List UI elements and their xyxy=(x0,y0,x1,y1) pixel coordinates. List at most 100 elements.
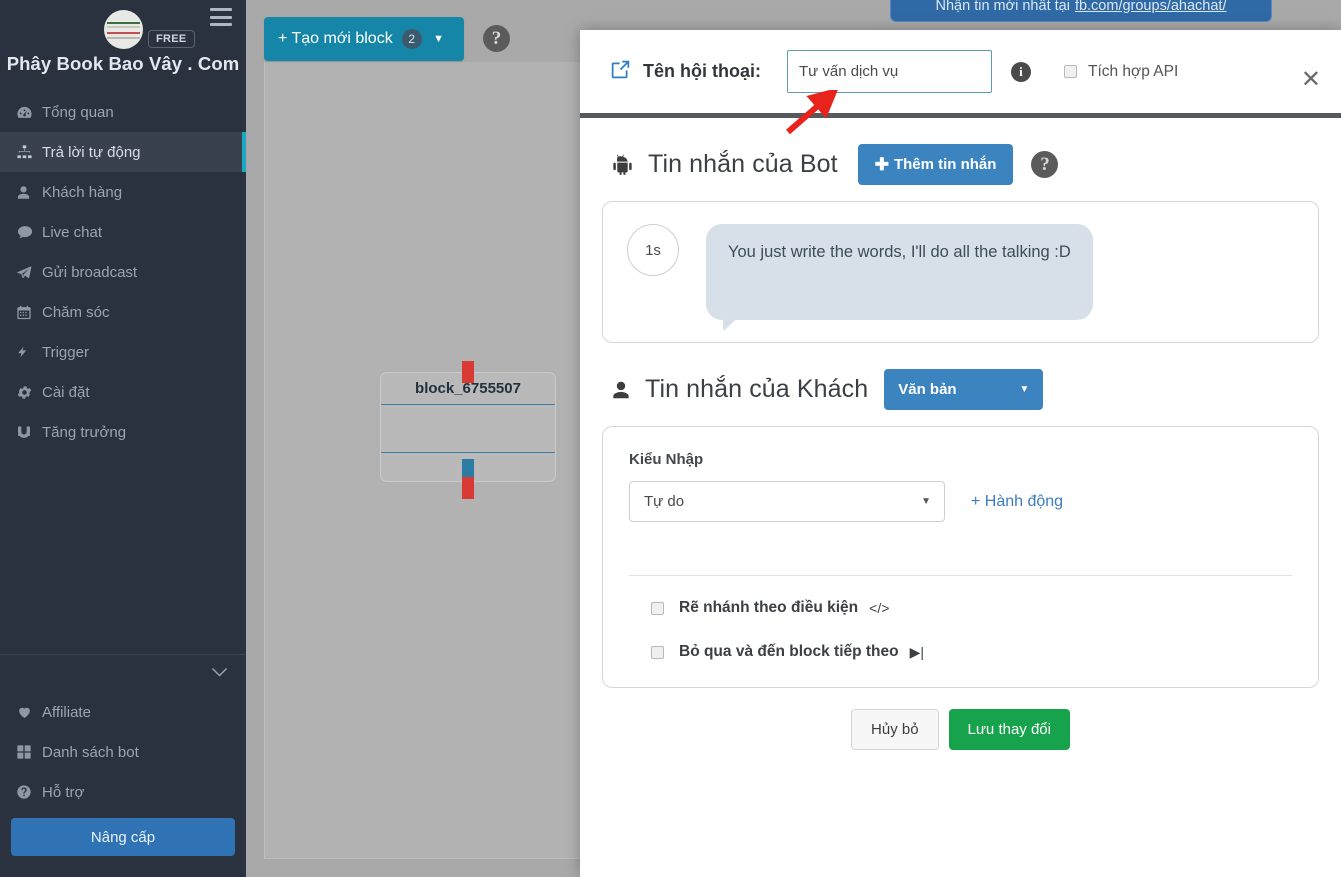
hamburger-icon[interactable] xyxy=(210,8,232,26)
sidebar-item-affiliate[interactable]: Affiliate xyxy=(0,692,246,732)
sidebar-item-label: Affiliate xyxy=(42,703,91,721)
guest-section-header: Tin nhắn của Khách Văn bản ▼ xyxy=(602,369,1319,410)
bot-message-card: 1s You just write the words, I'll do all… xyxy=(602,201,1319,343)
banner-link[interactable]: fb.com/groups/ahachat/ xyxy=(1075,0,1227,14)
plus-icon: ✚ xyxy=(874,154,889,174)
add-message-label: Thêm tin nhắn xyxy=(893,156,997,173)
sidebar-item-label: Live chat xyxy=(42,223,103,241)
sidebar-item-gui-broadcast[interactable]: Gửi broadcast xyxy=(0,252,246,292)
cancel-button[interactable]: Hủy bỏ xyxy=(851,709,939,750)
modal-footer: Hủy bỏ Lưu thay đổi xyxy=(602,709,1319,750)
sidebar-item-label: Danh sách bot xyxy=(42,743,139,761)
conversation-name-label: Tên hội thoại: xyxy=(643,61,761,81)
input-style-label: Kiểu Nhập xyxy=(629,451,704,468)
create-block-button[interactable]: + Tạo mới block 2 ▼ xyxy=(264,17,464,61)
bot-help-icon[interactable]: ? xyxy=(1031,151,1059,178)
user-icon xyxy=(16,184,42,201)
chevron-down-icon[interactable]: ▼ xyxy=(433,33,444,45)
dashboard-icon xyxy=(16,104,42,121)
chevron-down-icon: ▼ xyxy=(921,496,931,507)
upgrade-button[interactable]: Nâng cấp xyxy=(11,818,235,856)
skip-to-next-block-label: Bỏ qua và đến block tiếp theo xyxy=(679,643,899,660)
condition-branch-label: Rẽ nhánh theo điều kiện xyxy=(679,599,859,616)
app-root: FREE Phây Book Bao Vây . Com Tổng quan T… xyxy=(0,0,1341,877)
skip-to-next-block-checkbox[interactable]: Bỏ qua và đến block tiếp theo ▶| xyxy=(629,643,1292,661)
sidebar-item-label: Khách hàng xyxy=(42,183,123,201)
sidebar-item-tong-quan[interactable]: Tổng quan xyxy=(0,92,246,132)
node-input-port[interactable] xyxy=(462,361,474,383)
sidebar: FREE Phây Book Bao Vây . Com Tổng quan T… xyxy=(0,0,246,877)
sidebar-item-label: Trigger xyxy=(42,343,89,361)
comment-icon xyxy=(16,224,42,241)
add-action-link[interactable]: + Hành động xyxy=(971,493,1063,511)
api-integration-checkbox[interactable]: Tích hợp API xyxy=(1063,62,1179,81)
checkbox-box[interactable] xyxy=(651,645,664,659)
checkbox-box[interactable] xyxy=(651,601,664,615)
sidebar-item-tra-loi-tu-dong[interactable]: Trả lời tự động xyxy=(0,132,246,172)
input-style-value: Tự do xyxy=(644,493,685,510)
chevron-down-icon xyxy=(211,665,228,683)
guest-section-title: Tin nhắn của Khách xyxy=(645,375,869,403)
sidebar-item-label: Chăm sóc xyxy=(42,303,110,321)
checkbox-box[interactable] xyxy=(1063,65,1077,78)
sidebar-bottom-nav: Affiliate Danh sách bot Hỗ trợ Nâng cấp xyxy=(0,692,246,877)
sidebar-nav: Tổng quan Trả lời tự động Khách hàng Liv… xyxy=(0,92,246,452)
sidebar-item-khach-hang[interactable]: Khách hàng xyxy=(0,172,246,212)
sidebar-item-trigger[interactable]: Trigger xyxy=(0,332,246,372)
node-body xyxy=(381,405,555,453)
modal-body: Tin nhắn của Bot ✚ Thêm tin nhắn ? 1s Yo… xyxy=(580,144,1341,750)
banner-text: Nhận tin mới nhất tại xyxy=(935,0,1070,14)
bot-message-bubble[interactable]: You just write the words, I'll do all th… xyxy=(706,224,1093,332)
save-button[interactable]: Lưu thay đổi xyxy=(948,709,1070,750)
upgrade-label: Nâng cấp xyxy=(90,828,156,846)
input-style-select[interactable]: Tự do ▼ xyxy=(629,481,945,522)
api-integration-label: Tích hợp API xyxy=(1087,62,1179,80)
sidebar-item-cai-dat[interactable]: Cài đặt xyxy=(0,372,246,412)
bot-section-header: Tin nhắn của Bot ✚ Thêm tin nhắn ? xyxy=(602,144,1319,185)
chevron-down-icon: ▼ xyxy=(1019,384,1030,395)
help-icon[interactable]: ? xyxy=(483,25,510,52)
condition-branch-checkbox[interactable]: Rẽ nhánh theo điều kiện </> xyxy=(629,599,1292,617)
announcement-banner: Nhận tin mới nhất tại fb.com/groups/ahac… xyxy=(890,0,1272,22)
guest-input-card: Kiểu Nhập Tự do ▼ + Hành động Rẽ nhánh t… xyxy=(602,426,1319,688)
user-icon xyxy=(610,378,632,402)
sidebar-item-ho-tro[interactable]: Hỗ trợ xyxy=(0,772,246,812)
skip-forward-icon[interactable]: ▶| xyxy=(910,644,924,661)
conversation-modal: Tên hội thoại: i Tích hợp API ✕ Tin nh xyxy=(580,30,1341,877)
conversation-name-input[interactable] xyxy=(786,50,992,93)
create-block-label: + Tạo mới block xyxy=(278,30,393,47)
add-message-button[interactable]: ✚ Thêm tin nhắn xyxy=(857,144,1014,185)
modal-header-divider xyxy=(580,113,1341,118)
sidebar-item-danh-sach-bot[interactable]: Danh sách bot xyxy=(0,732,246,772)
external-link-icon[interactable] xyxy=(610,59,631,85)
sidebar-item-cham-soc[interactable]: Chăm sóc xyxy=(0,292,246,332)
heart-icon xyxy=(16,704,42,720)
sidebar-header: FREE Phây Book Bao Vây . Com xyxy=(0,0,246,92)
sidebar-item-tang-truong[interactable]: Tăng trưởng xyxy=(0,412,246,452)
plan-badge: FREE xyxy=(148,30,195,48)
avatar[interactable] xyxy=(104,10,143,49)
sidebar-item-label: Cài đặt xyxy=(42,383,90,401)
message-type-dropdown[interactable]: Văn bản ▼ xyxy=(884,369,1044,410)
block-count-badge: 2 xyxy=(401,29,422,49)
code-icon[interactable]: </> xyxy=(869,600,889,616)
close-icon[interactable]: ✕ xyxy=(1301,68,1321,92)
input-style-row: Tự do ▼ + Hành động xyxy=(629,481,1292,522)
message-delay-badge[interactable]: 1s xyxy=(627,224,679,276)
block-node[interactable]: block_6755507 xyxy=(380,361,556,499)
sidebar-item-label: Hỗ trợ xyxy=(42,783,85,801)
message-type-value: Văn bản xyxy=(898,381,957,398)
sidebar-item-live-chat[interactable]: Live chat xyxy=(0,212,246,252)
info-icon[interactable]: i xyxy=(1010,61,1031,82)
sidebar-collapse-toggle[interactable] xyxy=(0,654,246,692)
bot-section-title: Tin nhắn của Bot xyxy=(648,150,838,178)
node-output-port-connector[interactable] xyxy=(462,459,474,477)
sidebar-item-label: Tổng quan xyxy=(42,103,114,121)
bolt-icon xyxy=(16,343,42,361)
card-divider xyxy=(629,575,1292,576)
sidebar-item-label: Trả lời tự động xyxy=(42,143,141,161)
android-robot-icon xyxy=(610,152,635,177)
sidebar-item-label: Gửi broadcast xyxy=(42,263,138,281)
brand-title: Phây Book Bao Vây . Com xyxy=(6,53,240,74)
